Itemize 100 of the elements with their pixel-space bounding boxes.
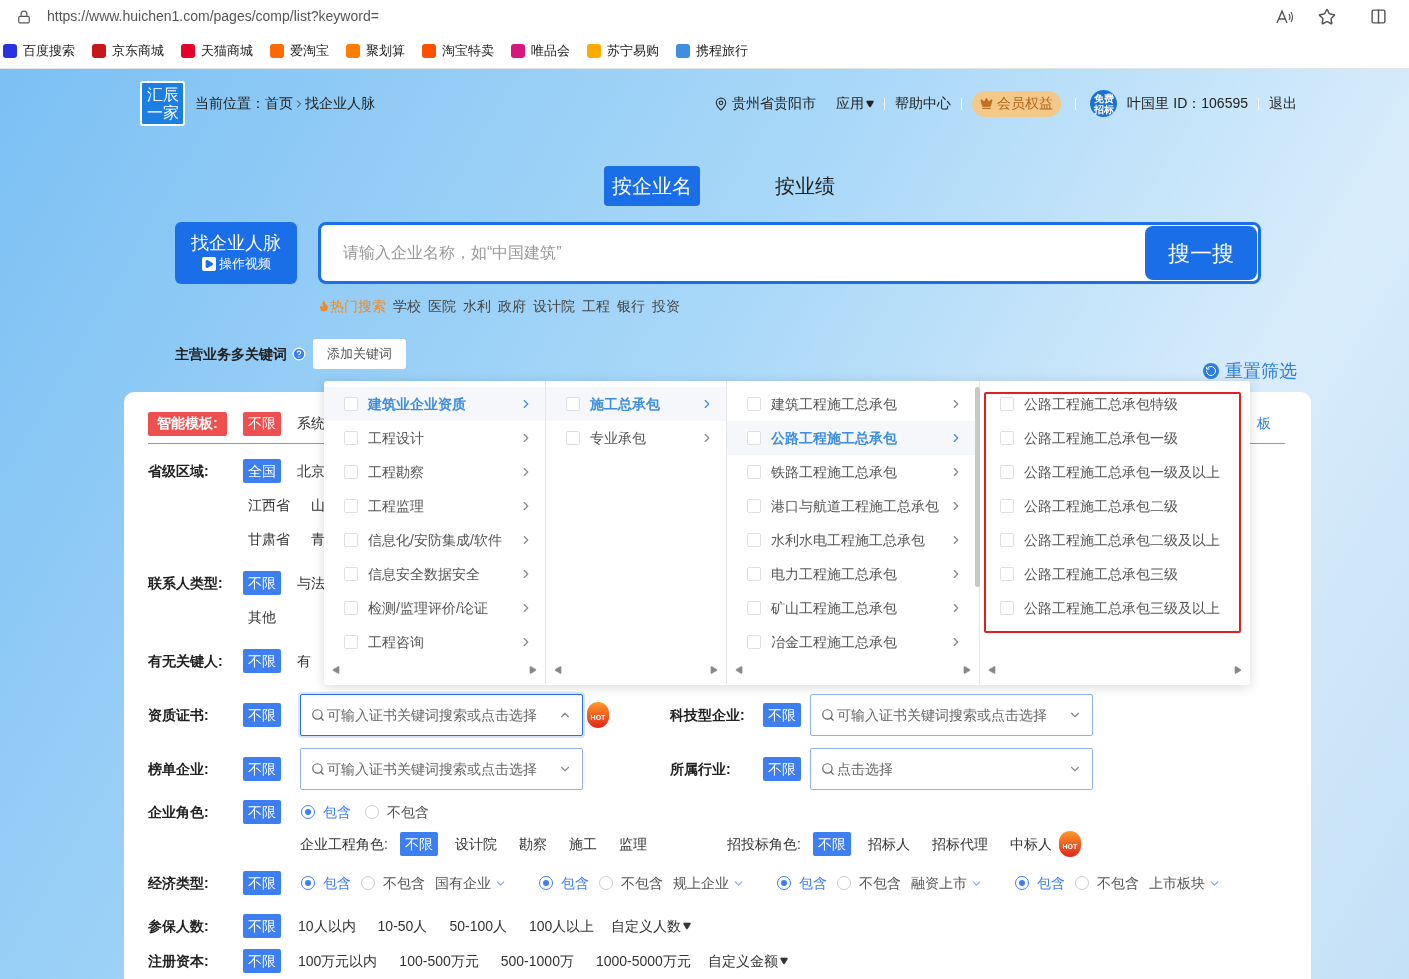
checkbox[interactable] [747, 499, 761, 513]
select-field[interactable]: 可输入证书关键词搜索或点击选择 [300, 748, 583, 790]
type-select[interactable]: 上市板块 [1149, 872, 1221, 894]
filter-option[interactable]: 1000-5000万元 [590, 949, 696, 973]
custom-range-dropdown[interactable]: 自定义金额 [707, 950, 788, 972]
cascader-option[interactable]: 信息化/安防集成/软件 [324, 523, 545, 557]
checkbox[interactable] [1000, 601, 1014, 615]
checkbox[interactable] [747, 397, 761, 411]
hot-search-term[interactable]: 水利 [463, 295, 491, 317]
filter-option[interactable]: 不限 [243, 871, 281, 895]
select-field[interactable]: 可输入证书关键词搜索或点击选择 [300, 694, 583, 736]
cascader-option[interactable]: 工程勘察 [324, 455, 545, 489]
checkbox[interactable] [1000, 431, 1014, 445]
bookmark-link[interactable]: 唯品会 [531, 40, 570, 61]
checkbox[interactable] [344, 635, 358, 649]
filter-option[interactable]: 中标人 [1004, 832, 1057, 856]
filter-option[interactable]: 其他 [243, 605, 281, 629]
bookmark-link[interactable]: 携程旅行 [696, 40, 748, 61]
filter-option[interactable]: 不限 [812, 832, 851, 856]
checkbox[interactable] [747, 601, 761, 615]
bookmark-link[interactable]: 聚划算 [366, 40, 405, 61]
filter-option[interactable]: 50-100人 [444, 914, 512, 938]
type-select[interactable]: 规上企业 [673, 872, 745, 894]
filter-option[interactable]: 不限 [243, 800, 281, 824]
filter-option[interactable]: 全国 [243, 459, 281, 483]
cascader-option[interactable]: 专业承包 [546, 421, 726, 455]
cascader-option[interactable]: 水利水电工程施工总承包 [727, 523, 975, 557]
bookmark-link[interactable]: 京东商城 [112, 40, 164, 61]
hot-search-term[interactable]: 设计院 [533, 295, 575, 317]
cascader-option[interactable]: 冶金工程施工总承包 [727, 625, 975, 659]
filter-option[interactable]: 不限 [243, 914, 281, 938]
filter-option[interactable]: 监理 [613, 832, 652, 856]
apps-menu[interactable]: 应用 [836, 93, 875, 114]
help-link[interactable]: 帮助中心 [895, 93, 952, 114]
filter-option[interactable]: 不限 [399, 832, 438, 856]
hot-search-term[interactable]: 医院 [428, 295, 456, 317]
filter-option[interactable]: 不限 [243, 949, 281, 973]
checkbox[interactable] [1000, 499, 1014, 513]
filter-option[interactable]: 施工 [563, 832, 602, 856]
select-field[interactable]: 点击选择 [810, 748, 1093, 790]
logo[interactable]: 汇辰 一家 [140, 81, 185, 126]
checkbox[interactable] [344, 567, 358, 581]
filter-option[interactable]: 招标人 [862, 832, 915, 856]
checkbox[interactable] [747, 635, 761, 649]
filter-option[interactable]: 不限 [243, 703, 281, 727]
checkbox[interactable] [1000, 397, 1014, 411]
avatar[interactable]: 免费 招标 [1090, 90, 1118, 117]
address-bar[interactable]: https://www.huichen1.com/pages/comp/list?keyword= [47, 6, 1276, 27]
search-tab[interactable]: 按业绩 [767, 166, 843, 206]
video-guide-button[interactable]: 找企业人脉 操作视频 [175, 222, 297, 284]
cascader-option[interactable]: 建筑工程施工总承包 [727, 387, 975, 421]
hot-search-term[interactable]: 工程 [582, 295, 610, 317]
bookmark-link[interactable]: 淘宝特卖 [442, 40, 494, 61]
location-link[interactable]: 贵州省贵阳市 [732, 93, 817, 114]
hot-search-term[interactable]: 银行 [617, 295, 645, 317]
filter-option[interactable]: 100-500万元 [394, 949, 484, 973]
filter-option[interactable]: 不限 [243, 757, 281, 781]
hot-search-term[interactable]: 政府 [498, 295, 526, 317]
bookmark-link[interactable]: 百度搜索 [23, 40, 75, 61]
cascader-option[interactable]: 工程设计 [324, 421, 545, 455]
search-field[interactable]: 请输入企业名称，如“中国建筑” 搜一搜 [318, 222, 1261, 284]
filter-option[interactable]: 不限 [243, 571, 281, 595]
checkbox[interactable] [344, 431, 358, 445]
filter-option[interactable]: 甘肃省 [243, 527, 295, 551]
cascader-option[interactable]: 公路工程施工总承包一级 [980, 421, 1250, 455]
bookmark-link[interactable]: 天猫商城 [201, 40, 253, 61]
cascader-option[interactable]: 公路工程施工总承包三级及以上 [980, 591, 1250, 625]
search-tab[interactable]: 按企业名 [604, 166, 700, 206]
checkbox[interactable] [747, 431, 761, 445]
hot-search-term[interactable]: 学校 [393, 295, 421, 317]
custom-range-dropdown[interactable]: 自定义人数 [611, 915, 692, 937]
filter-option[interactable]: 不限 [763, 703, 801, 727]
filter-option[interactable]: 500-1000万 [495, 949, 579, 973]
cascader-option[interactable]: 电力工程施工总承包 [727, 557, 975, 591]
checkbox[interactable] [747, 567, 761, 581]
filter-option[interactable]: 100人以上 [524, 914, 600, 938]
checkbox[interactable] [1000, 567, 1014, 581]
cascader-option[interactable]: 铁路工程施工总承包 [727, 455, 975, 489]
checkbox[interactable] [566, 397, 580, 411]
filter-option[interactable]: 10-50人 [372, 914, 433, 938]
cascader-option[interactable]: 公路工程施工总承包二级 [980, 489, 1250, 523]
checkbox[interactable] [344, 601, 358, 615]
select-field[interactable]: 可输入证书关键词搜索或点击选择 [810, 694, 1093, 736]
breadcrumb-link[interactable]: 找企业人脉 [305, 93, 375, 114]
hot-search-term[interactable]: 投资 [652, 295, 680, 317]
template-link[interactable]: 板 [1257, 413, 1271, 434]
checkbox[interactable] [566, 431, 580, 445]
filter-option[interactable]: 不限 [763, 757, 801, 781]
filter-option[interactable]: 设计院 [449, 832, 502, 856]
checkbox[interactable] [344, 499, 358, 513]
cascader-option[interactable]: 工程监理 [324, 489, 545, 523]
cascader-option[interactable]: 工程咨询 [324, 625, 545, 659]
checkbox[interactable] [1000, 465, 1014, 479]
filter-option[interactable]: 不限 [243, 649, 281, 673]
filter-option[interactable]: 10人以内 [293, 914, 361, 938]
type-select[interactable]: 国有企业 [435, 872, 507, 894]
filter-option[interactable]: 100万元以内 [293, 949, 383, 973]
filter-option[interactable]: 招标代理 [926, 832, 993, 856]
filter-option[interactable]: 有 [292, 649, 316, 673]
breadcrumb-link[interactable]: 首页 [265, 93, 293, 114]
